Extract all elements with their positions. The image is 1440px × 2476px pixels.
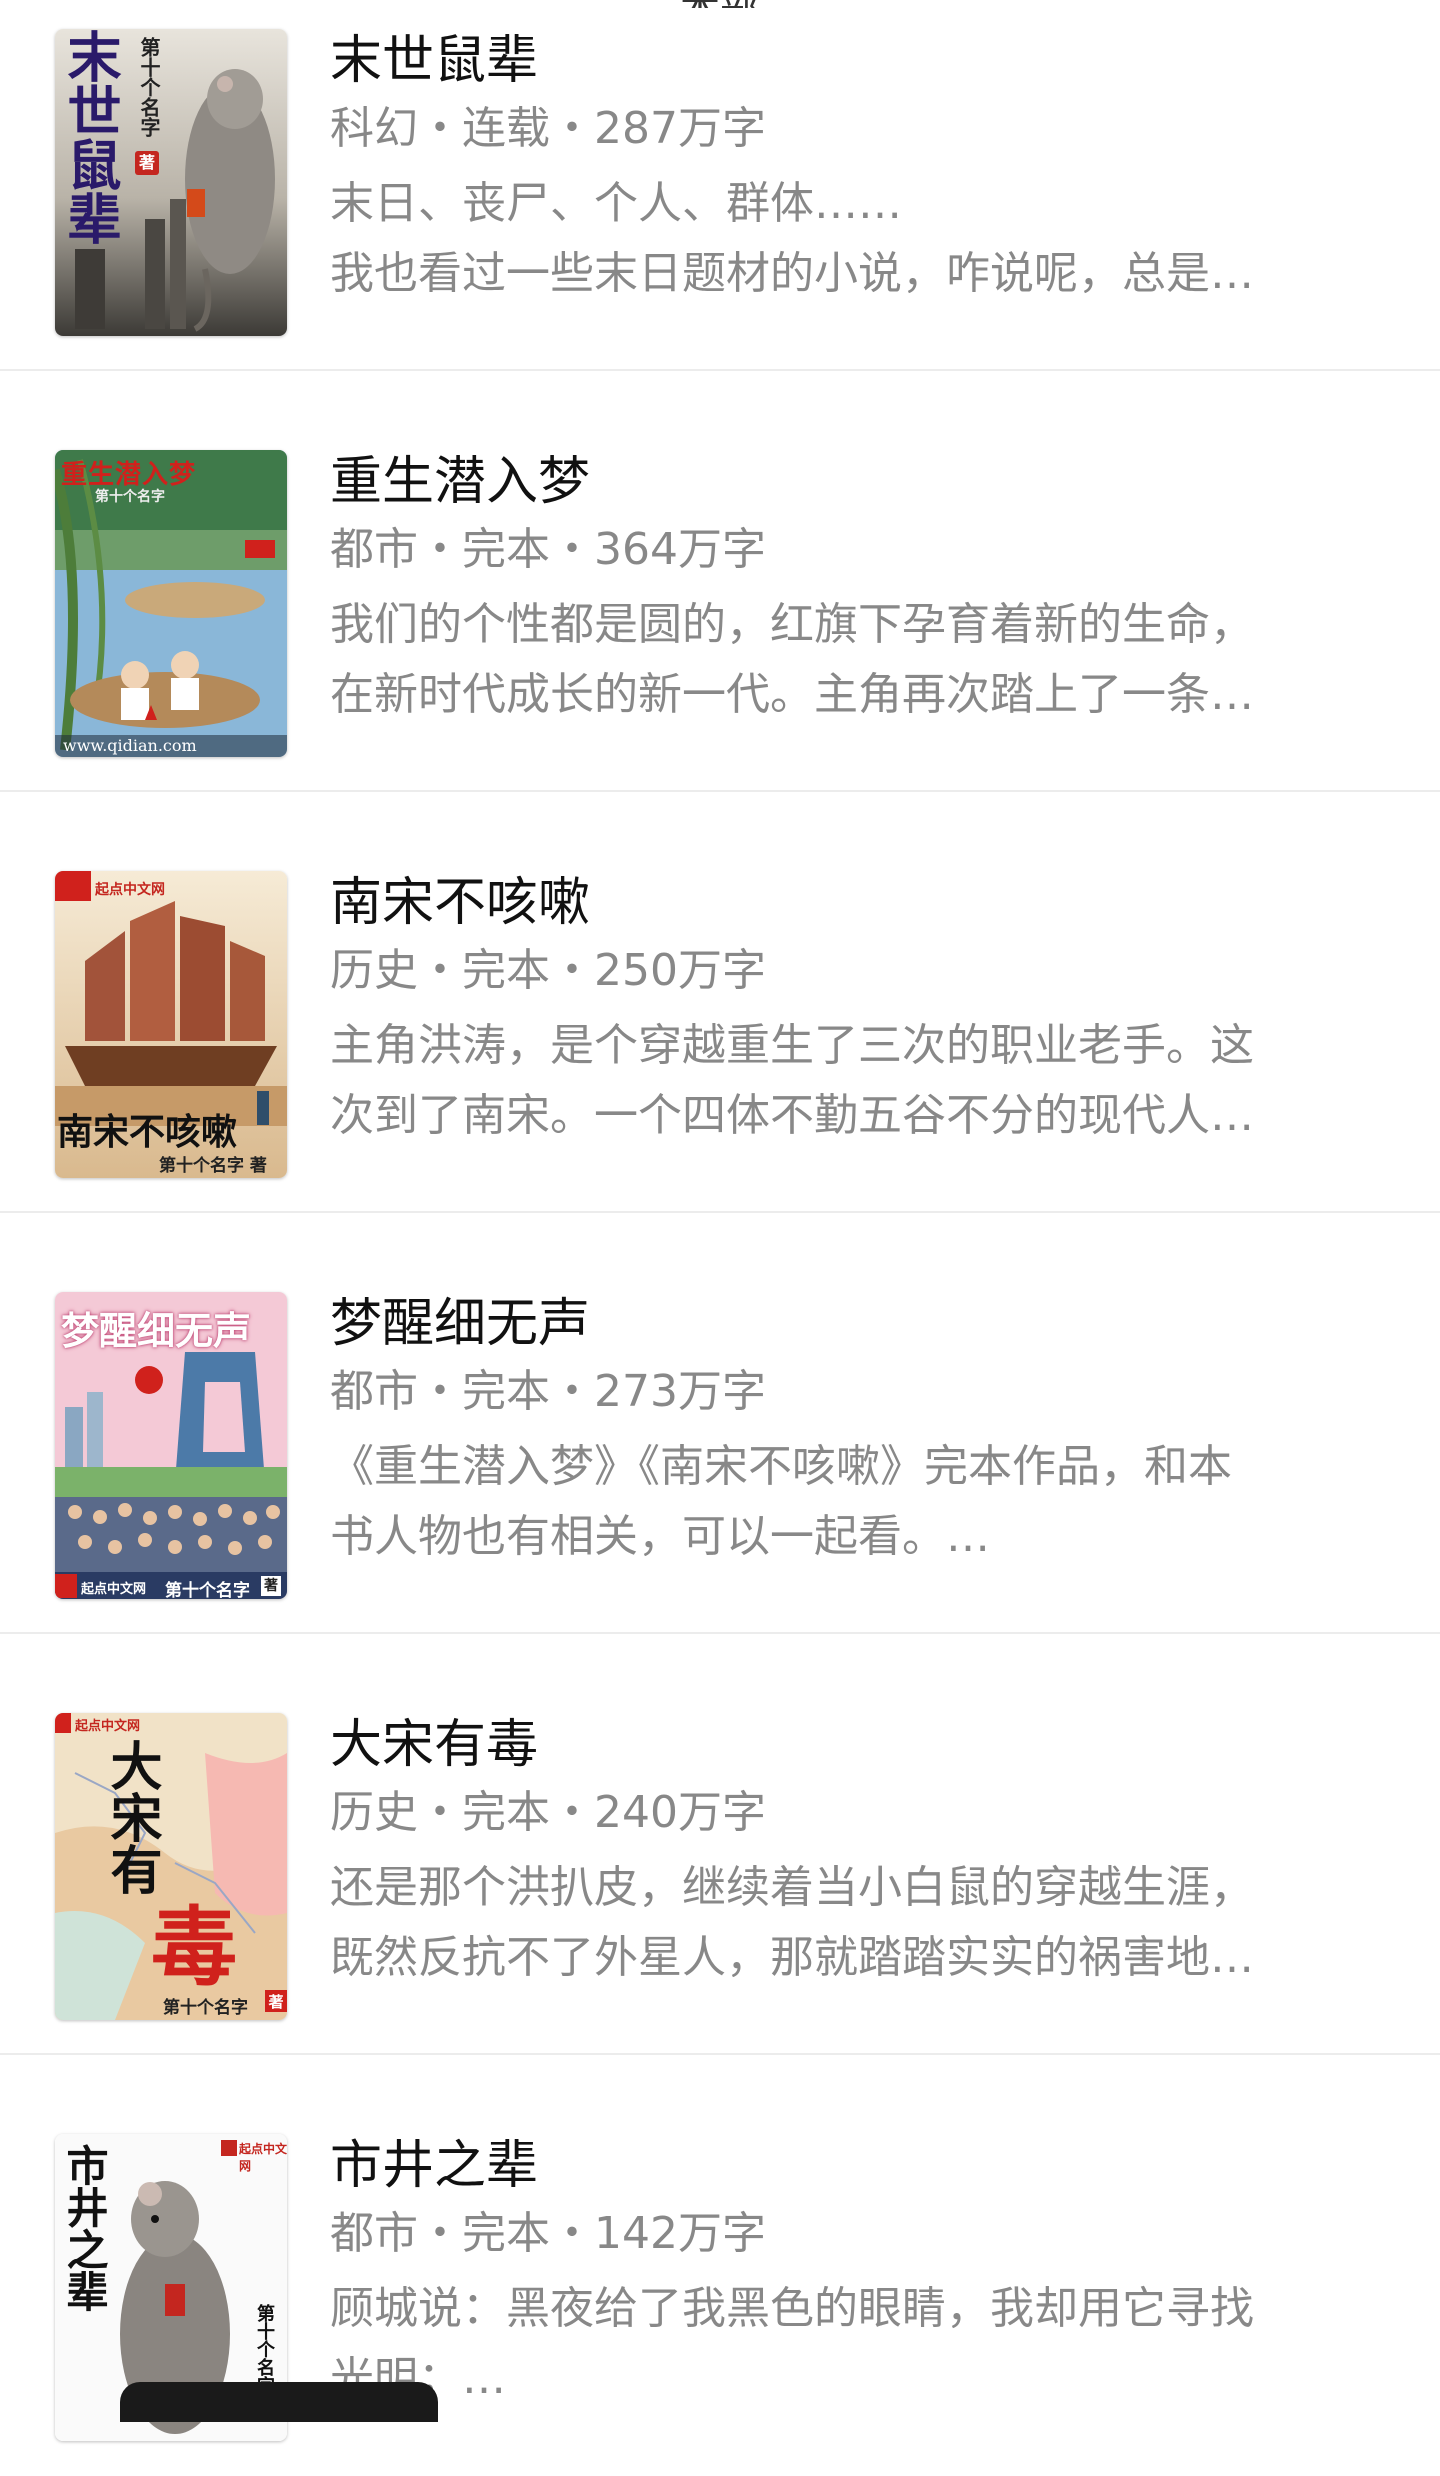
- cover-author-4: 第十个名字: [165, 1581, 250, 1599]
- book-title[interactable]: 市井之辈: [330, 2134, 1370, 2198]
- book-meta: 历史・完本・250万字: [330, 945, 766, 996]
- cover-url-2: www.qidian.com: [63, 736, 197, 755]
- book-description-line: 顾城说：黑夜给了我黑色的眼睛，我却用它寻找: [330, 2283, 1254, 2334]
- cover-brand-3: 起点中文网: [95, 882, 165, 898]
- cover-author-1: 第十个名字: [137, 37, 161, 137]
- cover-author-3: 第十个名字 著: [159, 1156, 267, 1176]
- book-item-2[interactable]: 重生潜入梦 第十个名字 www.qidian.com 重生潜入梦 都市・完本・3…: [0, 371, 1440, 792]
- book-info-5: 大宋有毒 历史・完本・240万字 还是那个洪扒皮，继续着当小白鼠的穿越生涯， 既…: [330, 1713, 1370, 1993]
- book-description: 顾城说：黑夜给了我黑色的眼睛，我却用它寻找 光明；…: [330, 2274, 1370, 2414]
- floating-bar[interactable]: [120, 2382, 438, 2422]
- cover-author-5: 第十个名字: [163, 1998, 248, 2018]
- cover-badge-5: 著: [268, 1993, 284, 2011]
- book-item-3[interactable]: 起点中文网 南宋不咳嗽 第十个名字 著 南宋不咳嗽 历史・完本・250万字 主角…: [0, 792, 1440, 1213]
- book-meta: 历史・完本・240万字: [330, 1787, 766, 1838]
- book-list: 末世鼠辈 第十个名字 著 末世鼠辈 科幻・连载・287万字 末日、丧尸、个人、群…: [0, 0, 1440, 2476]
- book-description-line: 《重生潜入梦》《南宋不咳嗽》完本作品，和本: [330, 1441, 1232, 1492]
- book-title[interactable]: 南宋不咳嗽: [330, 871, 1370, 935]
- book-meta: 都市・完本・364万字: [330, 524, 766, 575]
- cover-brand-4: 起点中文网: [81, 1582, 147, 1597]
- book-description-line: 书人物也有相关，可以一起看。…: [330, 1511, 990, 1562]
- book-description-line: 我们的个性都是圆的，红旗下孕育着新的生命，: [330, 599, 1254, 650]
- cover-badge-4: 著: [261, 1576, 281, 1596]
- book-description: 还是那个洪扒皮，继续着当小白鼠的穿越生涯， 既然反抗不了外星人，那就踏踏实实的祸…: [330, 1853, 1370, 1993]
- book-description-line: 光明；…: [330, 2353, 506, 2404]
- book-item-5[interactable]: 起点中文网 大宋有 毒 第十个名字 著 大宋有毒 历史・完本・240万字 还是那…: [0, 1634, 1440, 2055]
- book-cover-4[interactable]: 梦醒细无声 起点中文网 第十个名字 著: [55, 1292, 287, 1599]
- book-cover-1[interactable]: 末世鼠辈 第十个名字 著: [55, 29, 287, 336]
- cover-title-1: 末世鼠辈: [58, 29, 122, 245]
- book-description: 末日、丧尸、个人、群体…… 我也看过一些末日题材的小说，咋说呢，总是…: [330, 169, 1370, 309]
- book-description-line: 我也看过一些末日题材的小说，咋说呢，总是…: [330, 248, 1254, 299]
- cover-title-5b: 毒: [151, 1897, 237, 1998]
- cover-author-6: 第十个名字: [254, 2304, 275, 2394]
- book-item-1[interactable]: 末世鼠辈 第十个名字 著 末世鼠辈 科幻・连载・287万字 末日、丧尸、个人、群…: [0, 0, 1440, 371]
- book-info-3: 南宋不咳嗽 历史・完本・250万字 主角洪涛，是个穿越重生了三次的职业老手。这 …: [330, 871, 1370, 1151]
- book-description-line: 既然反抗不了外星人，那就踏踏实实的祸害地…: [330, 1932, 1254, 1983]
- book-title[interactable]: 梦醒细无声: [330, 1292, 1370, 1356]
- book-cover-2[interactable]: 重生潜入梦 第十个名字 www.qidian.com: [55, 450, 287, 757]
- book-info-1: 末世鼠辈 科幻・连载・287万字 末日、丧尸、个人、群体…… 我也看过一些末日题…: [330, 29, 1370, 309]
- book-description-line: 次到了南宋。一个四体不勤五谷不分的现代人…: [330, 1090, 1254, 1141]
- cover-title-6: 市井之辈: [60, 2144, 109, 2312]
- book-description: 主角洪涛，是个穿越重生了三次的职业老手。这 次到了南宋。一个四体不勤五谷不分的现…: [330, 1011, 1370, 1151]
- book-title[interactable]: 重生潜入梦: [330, 450, 1370, 514]
- book-description-line: 主角洪涛，是个穿越重生了三次的职业老手。这: [330, 1020, 1254, 1071]
- book-description: 我们的个性都是圆的，红旗下孕育着新的生命， 在新时代成长的新一代。主角再次踏上了…: [330, 590, 1370, 730]
- book-meta: 都市・完本・142万字: [330, 2208, 766, 2259]
- book-title[interactable]: 大宋有毒: [330, 1713, 1370, 1777]
- book-title[interactable]: 末世鼠辈: [330, 29, 1370, 93]
- cover-title-4: 梦醒细无声: [61, 1308, 252, 1353]
- book-info-6: 市井之辈 都市・完本・142万字 顾城说：黑夜给了我黑色的眼睛，我却用它寻找 光…: [330, 2134, 1370, 2414]
- cover-brand-6: 起点中文网: [239, 2142, 287, 2173]
- cover-author-2: 第十个名字: [95, 489, 165, 505]
- book-cover-art-2: [55, 450, 287, 757]
- cover-brand-5: 起点中文网: [75, 1719, 141, 1734]
- cover-badge-1: 著: [135, 151, 159, 175]
- book-meta: 都市・完本・273万字: [330, 1366, 766, 1417]
- cover-title-5a: 大宋有: [101, 1739, 162, 1895]
- book-info-4: 梦醒细无声 都市・完本・273万字 《重生潜入梦》《南宋不咳嗽》完本作品，和本 …: [330, 1292, 1370, 1572]
- book-meta: 科幻・连载・287万字: [330, 103, 766, 154]
- cover-title-3: 南宋不咳嗽: [57, 1112, 238, 1153]
- book-item-4[interactable]: 梦醒细无声 起点中文网 第十个名字 著 梦醒细无声 都市・完本・273万字 《重…: [0, 1213, 1440, 1634]
- book-cover-5[interactable]: 起点中文网 大宋有 毒 第十个名字 著: [55, 1713, 287, 2020]
- book-description-line: 末日、丧尸、个人、群体……: [330, 178, 902, 229]
- book-cover-3[interactable]: 起点中文网 南宋不咳嗽 第十个名字 著: [55, 871, 287, 1178]
- book-info-2: 重生潜入梦 都市・完本・364万字 我们的个性都是圆的，红旗下孕育着新的生命， …: [330, 450, 1370, 730]
- book-description-line: 还是那个洪扒皮，继续着当小白鼠的穿越生涯，: [330, 1862, 1254, 1913]
- book-description-line: 在新时代成长的新一代。主角再次踏上了一条…: [330, 669, 1254, 720]
- book-description: 《重生潜入梦》《南宋不咳嗽》完本作品，和本 书人物也有相关，可以一起看。…: [330, 1432, 1370, 1572]
